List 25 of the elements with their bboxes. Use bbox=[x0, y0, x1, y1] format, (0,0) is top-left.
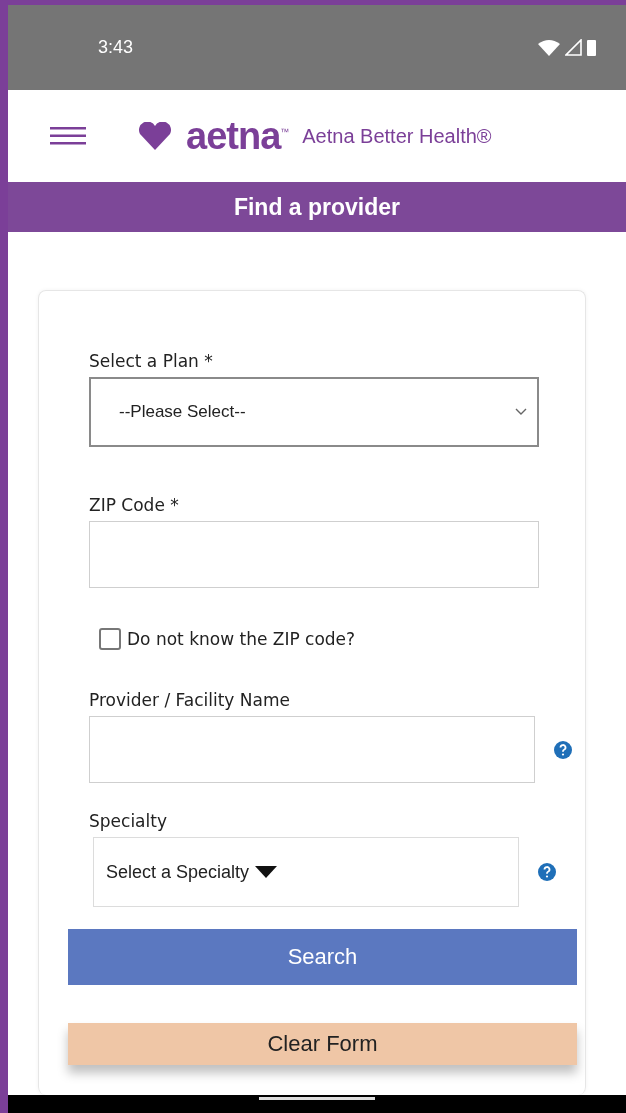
search-button[interactable]: Search bbox=[68, 929, 577, 986]
signal-icon bbox=[565, 39, 582, 56]
chevron-down-icon bbox=[515, 408, 527, 416]
field-label: Select a Plan * bbox=[89, 351, 213, 371]
field-label: Provider / Facility Name bbox=[89, 690, 290, 710]
field-label: ZIP Code * bbox=[89, 495, 179, 515]
brand-name: Aetna Better Health® bbox=[302, 124, 492, 148]
checkbox-label[interactable]: Do not know the ZIP code? bbox=[39, 628, 585, 650]
text-field[interactable] bbox=[89, 521, 539, 588]
page-title: Find a provider bbox=[8, 182, 626, 232]
battery-icon bbox=[587, 39, 596, 56]
field-label: Specialty bbox=[89, 811, 167, 831]
help-icon[interactable] bbox=[553, 739, 573, 760]
menu-icon[interactable] bbox=[50, 126, 86, 146]
text-field[interactable] bbox=[89, 716, 535, 783]
logo-text: aetna$^{™}$ bbox=[186, 114, 289, 158]
plan-select[interactable]: --Please Select-- bbox=[89, 377, 539, 447]
caret-down-icon bbox=[255, 866, 278, 878]
help-icon[interactable] bbox=[537, 862, 557, 882]
checkbox[interactable] bbox=[99, 628, 121, 650]
status-time: 3:43 bbox=[98, 37, 134, 58]
heart-icon bbox=[138, 122, 172, 150]
specialty-select[interactable]: Select a Specialty bbox=[93, 837, 519, 907]
wifi-icon bbox=[538, 39, 560, 56]
clear-button[interactable]: Clear Form bbox=[68, 1023, 577, 1065]
